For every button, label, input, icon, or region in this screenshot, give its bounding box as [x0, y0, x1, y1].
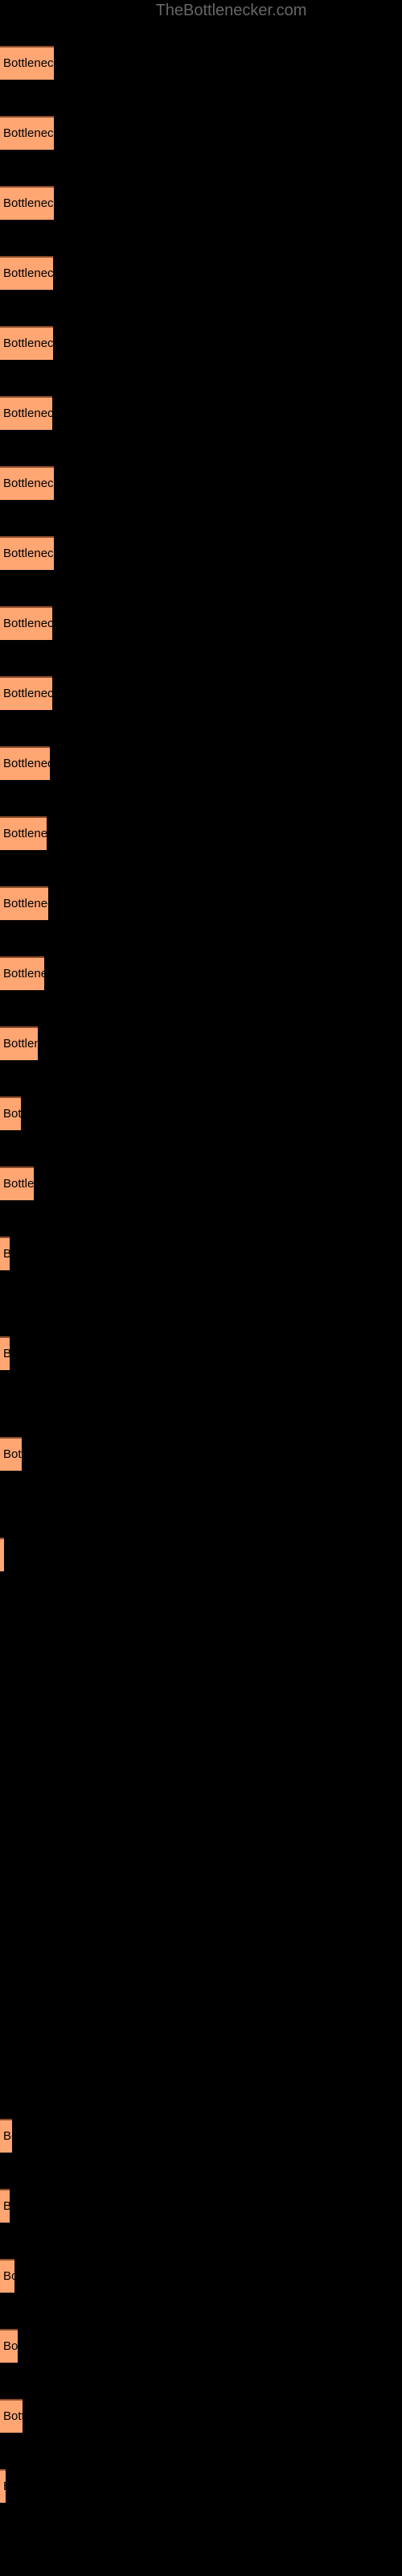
- chart-bar[interactable]: Bottleneck result: [0, 2119, 12, 2153]
- chart-bar[interactable]: Bottleneck result: [0, 326, 53, 360]
- chart-bar[interactable]: Bottleneck result: [0, 396, 52, 430]
- bar-label: Bottleneck result: [3, 1246, 10, 1261]
- chart-bar[interactable]: Bottleneck result: [0, 2329, 18, 2363]
- chart-bar[interactable]: Bottleneck result: [0, 1166, 34, 1200]
- bar-label: Bottleneck result: [3, 2129, 12, 2143]
- bar-label: Bottleneck result: [3, 196, 54, 210]
- bottleneck-bar-chart: Bottleneck result Bottleneck result Bottle…: [0, 0, 402, 2576]
- chart-bar[interactable]: Bottleneck result: [0, 1538, 4, 1571]
- bar-label: Bottleneck result: [3, 2409, 23, 2423]
- chart-bar[interactable]: Bottleneck result: [0, 886, 48, 920]
- chart-bar[interactable]: Bottleneck result: [0, 1437, 22, 1471]
- bar-label: Bottleneck result: [3, 2479, 6, 2494]
- bar-label: Bottleneck result: [3, 266, 53, 280]
- bar-label: Bottleneck result: [3, 1547, 4, 1563]
- chart-bar[interactable]: Bottleneck result: [0, 466, 54, 500]
- chart-bar[interactable]: Bottleneck result: [0, 2189, 10, 2223]
- bar-label: Bottleneck result: [3, 1107, 21, 1121]
- chart-bar[interactable]: Bottleneck result: [0, 1096, 21, 1130]
- bar-label: Bottleneck result: [3, 336, 53, 350]
- bar-label: Bottleneck result: [3, 2198, 10, 2214]
- chart-bar[interactable]: Bottleneck result: [0, 1336, 10, 1370]
- chart-bar[interactable]: Bottleneck result: [0, 536, 54, 570]
- bar-label: Bottleneck result: [3, 2269, 14, 2283]
- chart-bar[interactable]: Bottleneck result: [0, 606, 52, 640]
- bar-label: Bottleneck result: [3, 967, 44, 980]
- bar-label: Bottleneck result: [3, 2339, 18, 2353]
- chart-bar[interactable]: Bottleneck result: [0, 956, 44, 990]
- bar-label: Bottleneck result: [3, 56, 54, 70]
- chart-bar[interactable]: Bottleneck result: [0, 256, 53, 290]
- chart-bar[interactable]: Bottleneck result: [0, 186, 54, 220]
- chart-bar[interactable]: Bottleneck result: [0, 1236, 10, 1270]
- chart-bar[interactable]: Bottleneck result: [0, 746, 50, 780]
- bar-label: Bottleneck result: [3, 477, 54, 490]
- bar-label: Bottleneck result: [3, 1447, 22, 1461]
- chart-bar[interactable]: Bottleneck result: [0, 1026, 38, 1060]
- chart-bar[interactable]: Bottleneck result: [0, 116, 54, 150]
- chart-bar[interactable]: Bottleneck result: [0, 2399, 23, 2433]
- chart-bar[interactable]: Bottleneck result: [0, 2469, 6, 2503]
- chart-bar[interactable]: Bottleneck result: [0, 676, 52, 710]
- chart-bar[interactable]: Bottleneck result: [0, 2259, 14, 2293]
- bar-label: Bottleneck result: [3, 126, 54, 140]
- bar-label: Bottleneck result: [3, 897, 48, 910]
- bar-label: Bottleneck result: [3, 757, 50, 770]
- chart-bar[interactable]: Bottleneck result: [0, 46, 54, 80]
- bar-label: Bottleneck result: [3, 617, 52, 630]
- bar-label: Bottleneck result: [3, 407, 52, 420]
- bar-label: Bottleneck result: [3, 687, 52, 700]
- bar-label: Bottleneck result: [3, 1037, 38, 1051]
- chart-bar[interactable]: Bottleneck result: [0, 816, 47, 850]
- bar-label: Bottleneck result: [3, 1177, 34, 1191]
- bar-label: Bottleneck result: [3, 547, 54, 560]
- bar-label: Bottleneck result: [3, 827, 47, 840]
- bar-label: Bottleneck result: [3, 1346, 10, 1361]
